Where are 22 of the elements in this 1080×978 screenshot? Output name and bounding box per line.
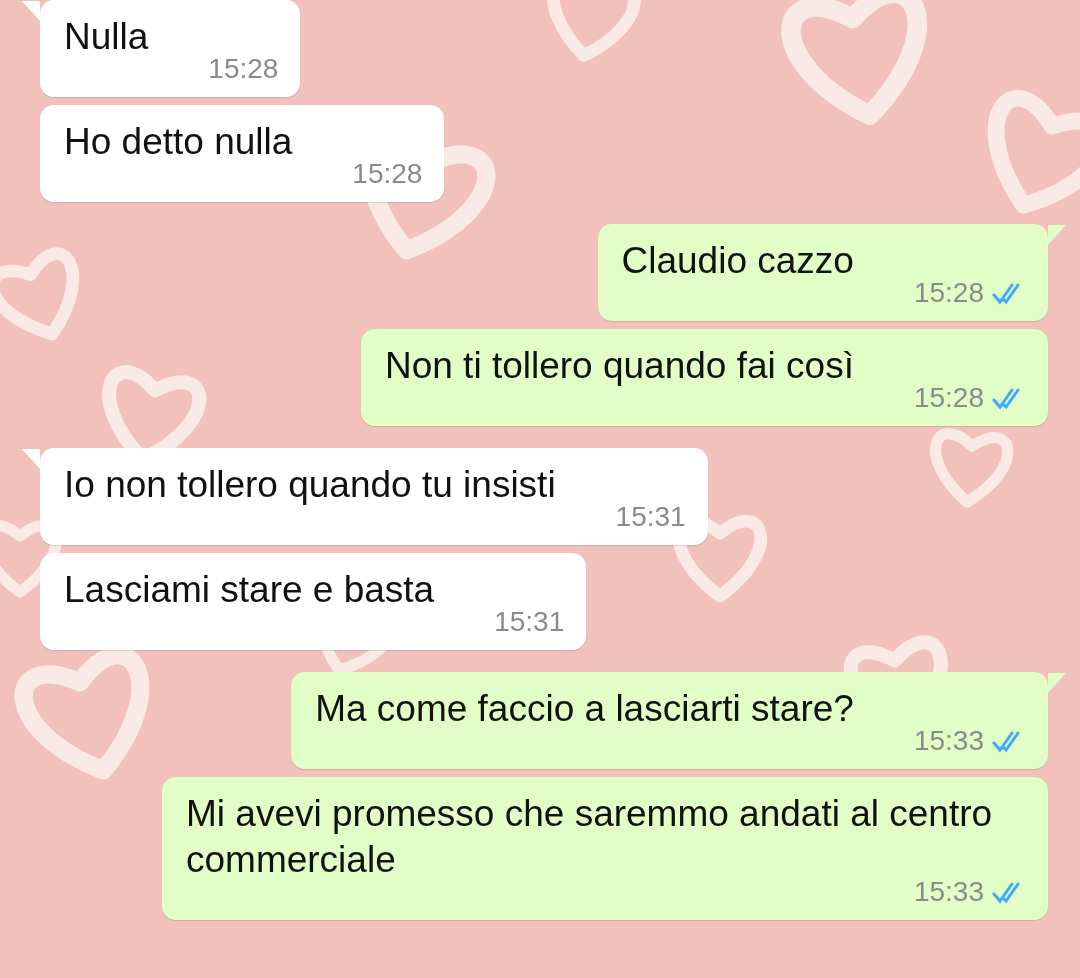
- message-text: Lasciami stare e basta: [64, 569, 435, 610]
- message-text: Ho detto nulla: [64, 121, 293, 162]
- sent-message-bubble[interactable]: Non ti tollero quando fai così 15:28: [360, 329, 1048, 426]
- message-text: Nulla: [64, 16, 149, 57]
- received-message-bubble[interactable]: Lasciami stare e basta 15:31: [40, 553, 587, 650]
- received-message-bubble[interactable]: Nulla 15:28: [40, 0, 301, 97]
- sent-message-bubble[interactable]: Mi avevi promesso che saremmo andati al centro commerciale 15:33: [162, 777, 1048, 920]
- received-message-bubble[interactable]: Ho detto nulla 15:28: [40, 105, 445, 202]
- sent-message-bubble[interactable]: Claudio cazzo 15:28: [597, 224, 1048, 321]
- message-time: 15:28: [208, 52, 279, 86]
- message-text: Ma come faccio a lasciarti stare?: [315, 688, 854, 729]
- message-time: 15:33: [913, 724, 984, 758]
- received-message-bubble[interactable]: Io non tollero quando tu insisti 15:31: [40, 448, 708, 545]
- message-time: 15:31: [615, 500, 686, 534]
- message-text: Non ti tollero quando fai così: [384, 345, 854, 386]
- message-text: Claudio cazzo: [621, 240, 854, 281]
- message-time: 15:31: [494, 605, 565, 639]
- message-time: 15:28: [913, 381, 984, 415]
- message-time: 15:28: [352, 157, 423, 191]
- message-time: 15:28: [913, 276, 984, 310]
- sent-message-bubble[interactable]: Ma come faccio a lasciarti stare? 15:33: [291, 672, 1048, 769]
- message-text: Io non tollero quando tu insisti: [64, 464, 556, 505]
